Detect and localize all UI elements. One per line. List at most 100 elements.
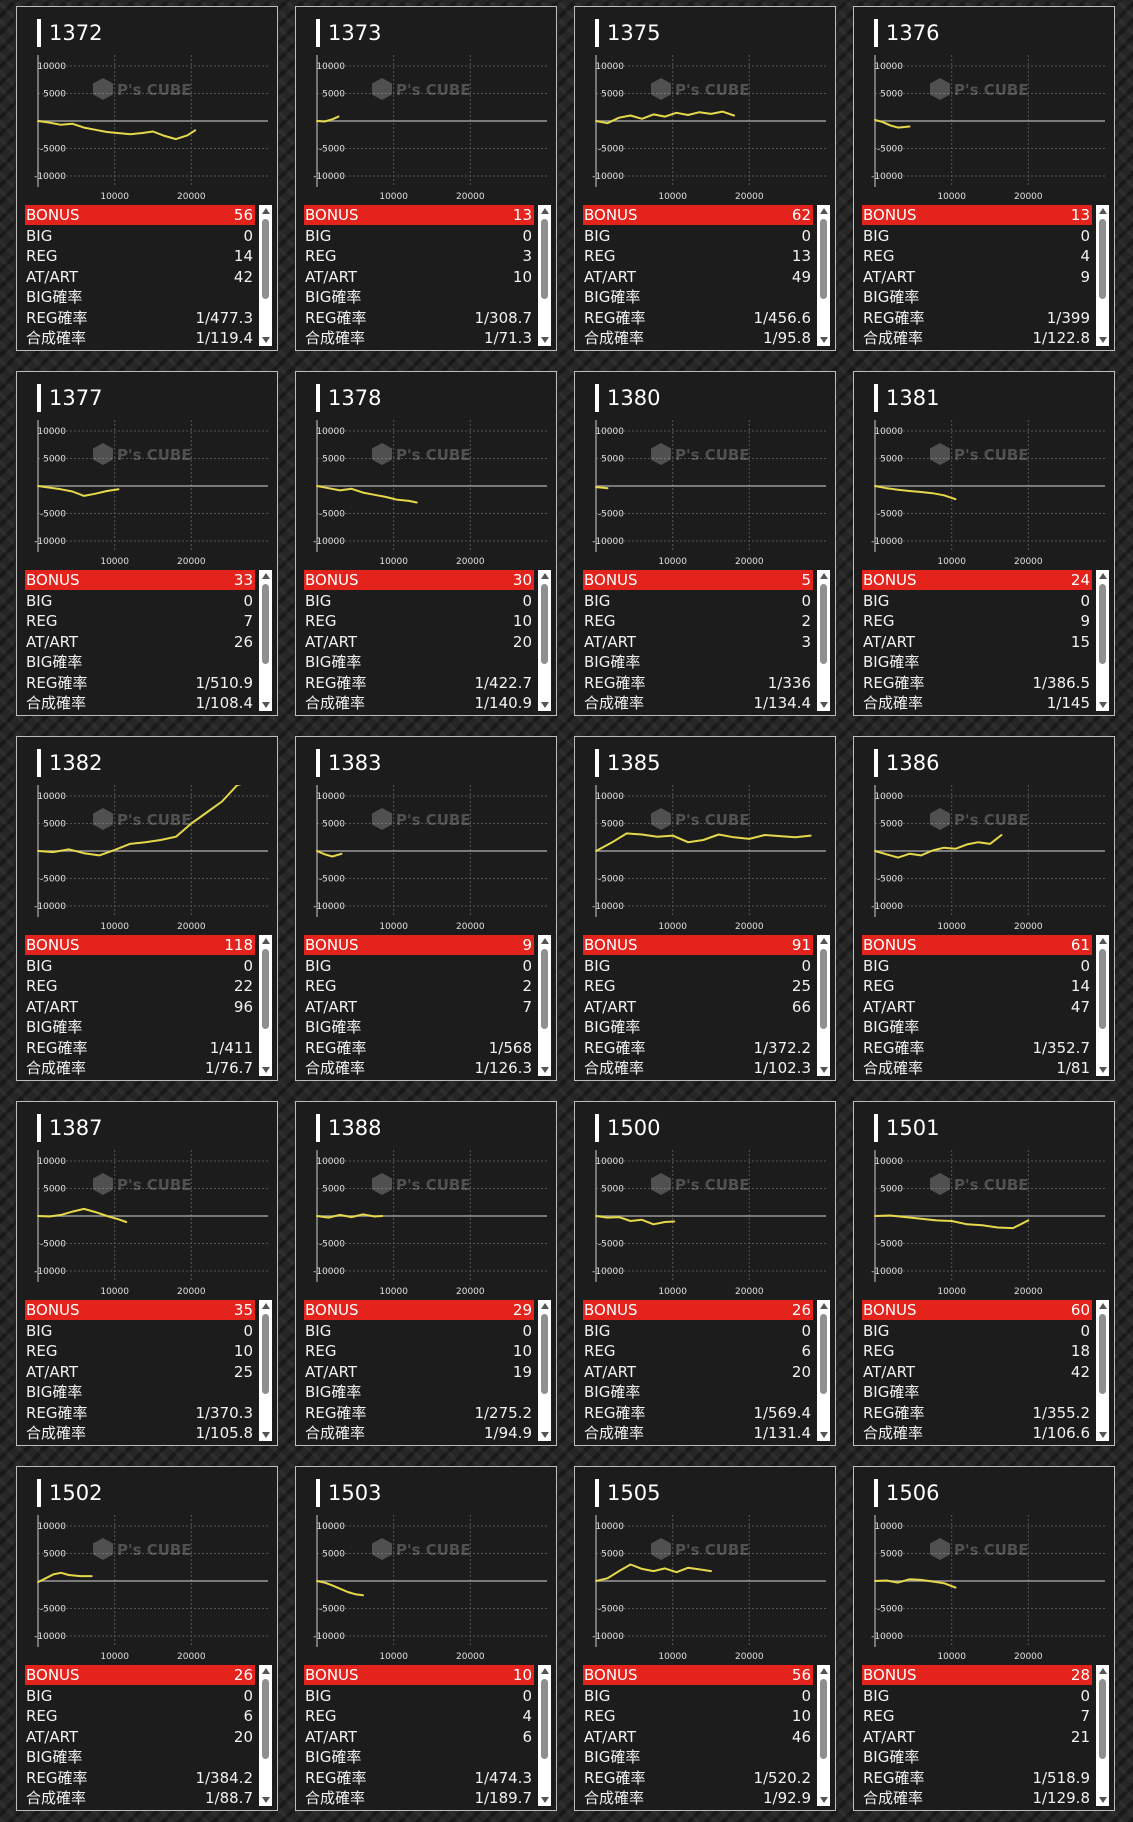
scroll-down-arrow-icon[interactable] [819, 1797, 828, 1803]
scroll-up-arrow-icon[interactable] [540, 573, 549, 579]
stats-scrollbar[interactable] [538, 1300, 551, 1441]
stats-scrollbar[interactable] [1096, 570, 1109, 711]
scroll-down-arrow-icon[interactable] [1098, 1067, 1107, 1073]
stats-scrollbar[interactable] [259, 935, 272, 1076]
stat-value: 0 [243, 591, 253, 610]
stats-scrollbar[interactable] [259, 205, 272, 346]
scroll-up-arrow-icon[interactable] [1098, 1668, 1107, 1674]
scroll-up-arrow-icon[interactable] [1098, 573, 1107, 579]
scroll-thumb[interactable] [820, 949, 827, 1029]
scroll-up-arrow-icon[interactable] [540, 208, 549, 214]
stat-label: BIG確率 [863, 1748, 920, 1766]
scroll-up-arrow-icon[interactable] [540, 938, 549, 944]
stats-scrollbar[interactable] [259, 1300, 272, 1441]
stats-scrollbar[interactable] [817, 1300, 830, 1441]
scroll-up-arrow-icon[interactable] [819, 938, 828, 944]
scroll-down-arrow-icon[interactable] [261, 1067, 270, 1073]
scroll-down-arrow-icon[interactable] [819, 1432, 828, 1438]
scroll-down-arrow-icon[interactable] [819, 1067, 828, 1073]
stats-scrollbar[interactable] [817, 1665, 830, 1806]
stats-scrollbar[interactable] [538, 205, 551, 346]
stat-value: 25 [791, 977, 811, 995]
scroll-thumb[interactable] [262, 949, 269, 1029]
scroll-up-arrow-icon[interactable] [819, 208, 828, 214]
scroll-up-arrow-icon[interactable] [540, 1668, 549, 1674]
scroll-down-arrow-icon[interactable] [1098, 702, 1107, 708]
scroll-down-arrow-icon[interactable] [261, 1797, 270, 1803]
scroll-thumb[interactable] [1099, 584, 1106, 664]
scroll-thumb[interactable] [262, 1679, 269, 1759]
scroll-up-arrow-icon[interactable] [261, 1668, 270, 1674]
x-tick-label: 20000 [456, 922, 485, 932]
scroll-thumb[interactable] [1099, 949, 1106, 1029]
scroll-up-arrow-icon[interactable] [819, 573, 828, 579]
total-rate-row: 合成確率 1/76.7 [25, 1058, 255, 1078]
watermark-hex [93, 1173, 113, 1195]
scroll-up-arrow-icon[interactable] [1098, 938, 1107, 944]
scroll-thumb[interactable] [820, 219, 827, 299]
scroll-down-arrow-icon[interactable] [261, 702, 270, 708]
scroll-thumb[interactable] [262, 219, 269, 299]
scroll-up-arrow-icon[interactable] [261, 573, 270, 579]
scroll-up-arrow-icon[interactable] [819, 1303, 828, 1309]
scroll-down-arrow-icon[interactable] [261, 1432, 270, 1438]
scroll-up-arrow-icon[interactable] [540, 1303, 549, 1309]
scroll-thumb[interactable] [541, 1314, 548, 1394]
scroll-thumb[interactable] [1099, 1314, 1106, 1394]
scroll-down-arrow-icon[interactable] [261, 337, 270, 343]
stat-label: BONUS [26, 206, 80, 224]
scroll-up-arrow-icon[interactable] [1098, 208, 1107, 214]
machine-number: 1385 [595, 749, 660, 777]
stats-scrollbar[interactable] [538, 570, 551, 711]
scroll-thumb[interactable] [262, 584, 269, 664]
x-tick-label: 20000 [1014, 1652, 1043, 1662]
stats-scrollbar[interactable] [259, 1665, 272, 1806]
scroll-up-arrow-icon[interactable] [261, 938, 270, 944]
scroll-down-arrow-icon[interactable] [540, 337, 549, 343]
machine-card: 1385 10000 5000 -5000 -10000 10000 20000 P's CU… [574, 736, 836, 1081]
scroll-thumb[interactable] [1099, 219, 1106, 299]
scroll-thumb[interactable] [541, 219, 548, 299]
scroll-down-arrow-icon[interactable] [540, 1067, 549, 1073]
stats-scrollbar[interactable] [1096, 1300, 1109, 1441]
scroll-up-arrow-icon[interactable] [819, 1668, 828, 1674]
stats-scrollbar[interactable] [1096, 205, 1109, 346]
machine-number: 1376 [874, 19, 939, 47]
scroll-thumb[interactable] [541, 949, 548, 1029]
scroll-down-arrow-icon[interactable] [1098, 337, 1107, 343]
scroll-thumb[interactable] [262, 1314, 269, 1394]
scroll-thumb[interactable] [1099, 1679, 1106, 1759]
stats-scrollbar[interactable] [538, 935, 551, 1076]
scroll-thumb[interactable] [541, 584, 548, 664]
scroll-down-arrow-icon[interactable] [1098, 1797, 1107, 1803]
x-tick-label: 20000 [177, 1652, 206, 1662]
scroll-up-arrow-icon[interactable] [261, 208, 270, 214]
scroll-up-arrow-icon[interactable] [1098, 1303, 1107, 1309]
scroll-down-arrow-icon[interactable] [1098, 1432, 1107, 1438]
stats-panel: BONUS 118 BIG 0 REG 22 AT/ART 96 BIG確率 REG確率 1/411… [25, 935, 272, 1078]
stats-scrollbar[interactable] [817, 570, 830, 711]
scroll-down-arrow-icon[interactable] [540, 1797, 549, 1803]
scroll-thumb[interactable] [820, 1314, 827, 1394]
scroll-thumb[interactable] [541, 1679, 548, 1759]
stats-scrollbar[interactable] [817, 205, 830, 346]
scroll-up-arrow-icon[interactable] [261, 1303, 270, 1309]
y-tick-label: 10000 [874, 792, 903, 802]
scroll-down-arrow-icon[interactable] [819, 702, 828, 708]
scroll-thumb[interactable] [820, 1679, 827, 1759]
watermark-logo: P's CUBE [651, 808, 750, 830]
stats-scrollbar[interactable] [1096, 1665, 1109, 1806]
scroll-down-arrow-icon[interactable] [540, 702, 549, 708]
scroll-down-arrow-icon[interactable] [819, 337, 828, 343]
stat-value: 62 [791, 206, 811, 224]
stat-label: BIG確率 [863, 1383, 920, 1401]
scroll-down-arrow-icon[interactable] [540, 1432, 549, 1438]
big-rate-row: BIG確率 [583, 287, 813, 307]
stats-scrollbar[interactable] [259, 570, 272, 711]
stats-scrollbar[interactable] [1096, 935, 1109, 1076]
stats-scrollbar[interactable] [538, 1665, 551, 1806]
stats-scrollbar[interactable] [817, 935, 830, 1076]
stat-label: BIG [863, 956, 890, 975]
stat-label: 合成確率 [863, 694, 924, 712]
scroll-thumb[interactable] [820, 584, 827, 664]
